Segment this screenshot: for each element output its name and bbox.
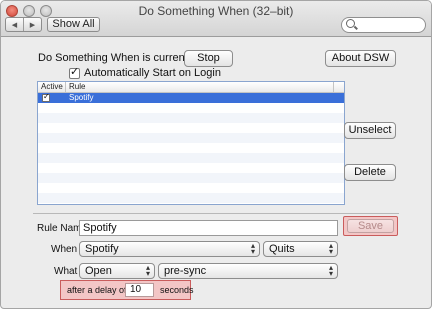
table-header: Active Rule xyxy=(38,82,344,93)
save-button[interactable]: Save xyxy=(347,219,394,233)
nav-buttons: ◀ ▶ xyxy=(5,17,42,32)
empty-row xyxy=(38,143,344,153)
stop-button[interactable]: Stop xyxy=(184,50,233,67)
back-arrow-icon: ◀ xyxy=(11,21,18,29)
rules-table: Active Rule Spotify xyxy=(37,81,345,205)
forward-arrow-icon: ▶ xyxy=(29,21,36,29)
empty-row xyxy=(38,153,344,163)
window-title: Do Something When (32–bit) xyxy=(138,4,294,18)
when-event-value: Quits xyxy=(269,243,295,255)
about-button[interactable]: About DSW xyxy=(325,50,396,67)
delay-group-highlight: after a delay of 10 seconds xyxy=(60,280,194,300)
empty-row xyxy=(38,163,344,173)
forward-button[interactable]: ▶ xyxy=(23,18,41,31)
when-label: When xyxy=(51,244,78,255)
delete-button[interactable]: Delete xyxy=(344,164,396,181)
preferences-window: Do Something When (32–bit) ◀ ▶ Show All … xyxy=(0,0,432,309)
empty-row xyxy=(38,183,344,193)
what-label: What xyxy=(54,266,78,277)
section-divider xyxy=(33,213,399,214)
table-body: Spotify xyxy=(38,92,344,203)
delay-prefix-label: after a delay of xyxy=(67,285,127,295)
checkmark-icon: ✓ xyxy=(70,65,80,78)
search-input[interactable] xyxy=(341,17,426,33)
column-header-spacer xyxy=(334,82,344,92)
auto-start-label: Automatically Start on Login xyxy=(84,67,221,79)
empty-row xyxy=(38,173,344,183)
what-action-value: Open xyxy=(85,265,112,277)
column-header-active[interactable]: Active xyxy=(38,82,66,92)
popup-arrows-icon: ▴ ▾ xyxy=(328,263,333,278)
rule-cell: Spotify xyxy=(69,93,94,102)
rule-name-field[interactable]: Spotify xyxy=(79,220,338,236)
column-header-rule[interactable]: Rule xyxy=(66,82,334,92)
back-button[interactable]: ◀ xyxy=(6,18,23,31)
when-event-popup[interactable]: Quits ▴ ▾ xyxy=(263,241,338,257)
save-button-highlight: Save xyxy=(343,216,398,236)
search-icon xyxy=(346,19,355,28)
empty-row xyxy=(38,193,344,203)
empty-row xyxy=(38,103,344,113)
delay-seconds-input[interactable]: 10 xyxy=(125,283,154,297)
auto-start-option: ✓ Automatically Start on Login xyxy=(69,65,221,79)
empty-row xyxy=(38,123,344,133)
what-target-popup[interactable]: pre-sync ▴ ▾ xyxy=(158,263,338,279)
popup-arrows-icon: ▴ ▾ xyxy=(145,263,150,278)
popup-arrows-icon: ▴ ▾ xyxy=(328,241,333,256)
active-checkbox[interactable] xyxy=(42,92,50,102)
delay-suffix-label: seconds xyxy=(160,285,194,295)
what-target-value: pre-sync xyxy=(164,265,207,277)
empty-row xyxy=(38,113,344,123)
table-row[interactable]: Spotify xyxy=(38,92,344,103)
active-cell xyxy=(38,92,66,103)
unselect-button[interactable]: Unselect xyxy=(344,122,396,139)
auto-start-checkbox[interactable]: ✓ xyxy=(69,65,80,79)
popup-arrows-icon: ▴ ▾ xyxy=(250,241,255,256)
what-action-popup[interactable]: Open ▴ ▾ xyxy=(79,263,155,279)
when-app-popup[interactable]: Spotify ▴ ▾ xyxy=(79,241,260,257)
when-app-value: Spotify xyxy=(85,243,119,255)
show-all-button[interactable]: Show All xyxy=(47,17,100,32)
title-bar: Do Something When (32–bit) ◀ ▶ Show All xyxy=(1,1,431,37)
empty-row xyxy=(38,133,344,143)
